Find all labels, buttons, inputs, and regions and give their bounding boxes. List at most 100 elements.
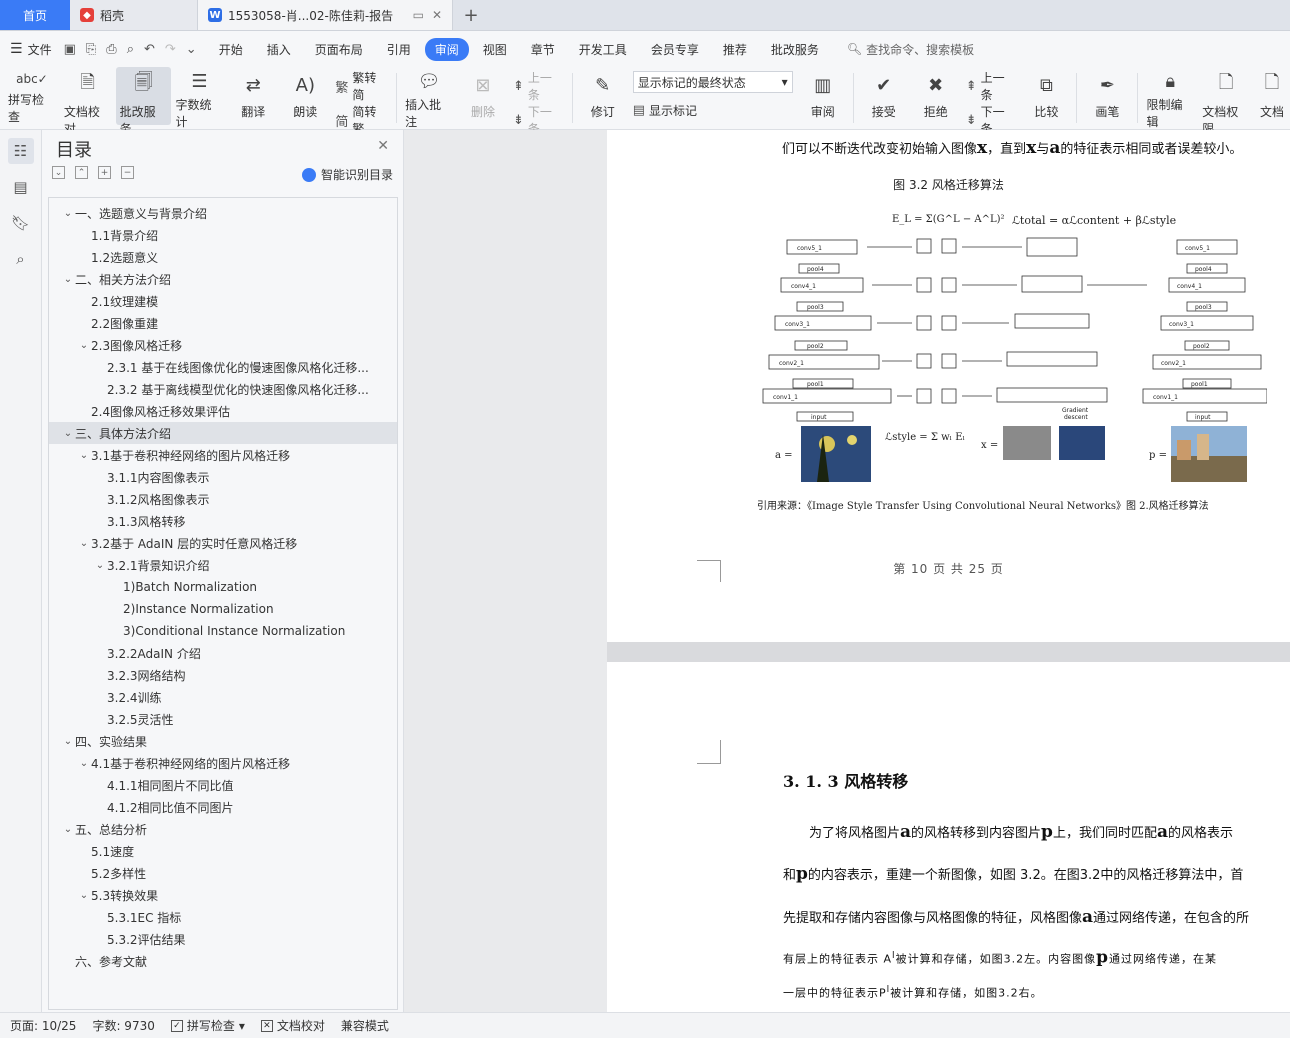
menu-tab[interactable]: 章节 <box>521 38 565 61</box>
toc-item[interactable]: 1)Batch Normalization <box>49 576 397 598</box>
add-heading-icon[interactable]: + <box>98 166 111 179</box>
page-indicator[interactable]: 页面: 10/25 <box>10 1017 76 1034</box>
trad-to-simp-button[interactable]: 繁繁转简 <box>335 69 388 103</box>
status-spell-check[interactable]: ✓ 拼写检查 ▾ <box>170 1017 245 1034</box>
toc-item[interactable]: ⌄ 二、相关方法介绍 <box>49 268 397 290</box>
status-doc-check[interactable]: ✕ 文档校对 <box>260 1017 325 1034</box>
toc-item[interactable]: 1.2选题意义 <box>49 246 397 268</box>
close-icon[interactable]: ✕ <box>377 138 389 154</box>
correction-service-button[interactable]: 🗐 批改服务 <box>115 67 172 136</box>
toc-item[interactable]: 3.2.2AdaIN 介绍 <box>49 642 397 664</box>
restrict-edit-button[interactable]: 🔒︎ 限制编辑 <box>1142 67 1198 129</box>
toc-item[interactable]: 2.1纹理建模 <box>49 290 397 312</box>
revise-button[interactable]: ✎ 修订 <box>577 67 629 125</box>
prev-revision-button[interactable]: ⇞ 上一条 <box>966 69 1017 103</box>
more-icon[interactable]: ⌄ <box>186 42 197 57</box>
chapter-icon[interactable]: ▤ <box>8 174 34 200</box>
menu-tab[interactable]: 开始 <box>209 38 253 61</box>
menu-tab[interactable]: 视图 <box>473 38 517 61</box>
print-icon[interactable]: ⎙ <box>106 42 116 57</box>
preview-icon[interactable]: ⌕ <box>127 42 134 57</box>
toc-item[interactable]: 2.4图像风格迁移效果评估 <box>49 400 397 422</box>
window-restore-icon[interactable]: ▭ <box>413 8 424 22</box>
search-icon[interactable]: ⌕ <box>8 246 34 272</box>
toc-item[interactable]: ⌄ 3.2基于 AdaIN 层的实时任意风格迁移 <box>49 532 397 554</box>
toc-item[interactable]: 2.3.2 基于离线模型优化的快速图像风格化迁移... <box>49 378 397 400</box>
expand-up-icon[interactable]: ⌃ <box>75 166 88 179</box>
toc-item[interactable]: 5.1速度 <box>49 840 397 862</box>
chevron-down-icon[interactable]: ⌄ <box>77 450 91 461</box>
toc-item[interactable]: ⌄ 四、实验结果 <box>49 730 397 752</box>
reject-button[interactable]: ✖ 拒绝 <box>910 67 962 125</box>
remove-heading-icon[interactable]: − <box>121 166 134 179</box>
tab-document[interactable]: W 1553058-肖...02-陈佳莉-报告 ▭ ✕ <box>198 0 453 30</box>
toc-item[interactable]: 3.2.5灵活性 <box>49 708 397 730</box>
toc-icon[interactable]: ☷ <box>7 138 34 164</box>
word-count[interactable]: 字数: 9730 <box>92 1017 154 1034</box>
menu-tab[interactable]: 插入 <box>257 38 301 61</box>
doc-more-button[interactable]: 🗋 文档 <box>1254 67 1290 125</box>
chevron-down-icon[interactable]: ⌄ <box>61 274 75 285</box>
toc-item[interactable]: 4.1.2相同比值不同图片 <box>49 796 397 818</box>
pen-button[interactable]: ✒ 画笔 <box>1081 67 1133 125</box>
insert-comment-button[interactable]: 💬︎ 插入批注 <box>401 67 457 129</box>
toc-item[interactable]: 3.1.2风格图像表示 <box>49 488 397 510</box>
doc-check-button[interactable]: 🗎 文档校对 <box>60 67 116 136</box>
accept-button[interactable]: ✔ 接受 <box>858 67 910 125</box>
bookmark-icon[interactable]: 🔖︎ <box>8 210 34 236</box>
delete-comment-button[interactable]: ⊠ 删除 <box>457 67 509 125</box>
chevron-down-icon[interactable]: ⌄ <box>61 428 75 439</box>
menu-tab[interactable]: 开发工具 <box>569 38 637 61</box>
menu-tab[interactable]: 批改服务 <box>761 38 829 61</box>
review-pane-button[interactable]: ▥ 审阅 <box>797 67 849 125</box>
toc-item[interactable]: 3.1.1内容图像表示 <box>49 466 397 488</box>
menu-tab[interactable]: 审阅 <box>424 37 469 61</box>
toc-item[interactable]: 1.1背景介绍 <box>49 224 397 246</box>
toc-item[interactable]: ⌄ 4.1基于卷积神经网络的图片风格迁移 <box>49 752 397 774</box>
toc-item[interactable]: 2)Instance Normalization <box>49 598 397 620</box>
undo-icon[interactable]: ↶ <box>144 42 155 57</box>
toc-item[interactable]: ⌄ 5.3转换效果 <box>49 884 397 906</box>
toc-item[interactable]: 3)Conditional Instance Normalization <box>49 620 397 642</box>
export-icon[interactable]: ⎘ <box>86 42 96 57</box>
toc-item[interactable]: 5.3.1EC 指标 <box>49 906 397 928</box>
menu-tab[interactable]: 推荐 <box>713 38 757 61</box>
redo-icon[interactable]: ↷ <box>165 42 176 57</box>
chevron-down-icon[interactable]: ⌄ <box>77 538 91 549</box>
tab-home[interactable]: 首页 <box>0 0 70 30</box>
chevron-down-icon[interactable]: ⌄ <box>77 890 91 901</box>
menu-tab[interactable]: 页面布局 <box>305 38 373 61</box>
collapse-all-icon[interactable]: ⌄ <box>52 166 65 179</box>
word-count-button[interactable]: ☰ 字数统计 <box>171 67 227 129</box>
tab-daoke[interactable]: ◆ 稻壳 <box>70 0 198 30</box>
chevron-down-icon[interactable]: ⌄ <box>61 208 75 219</box>
toc-item[interactable]: ⌄ 3.2.1背景知识介绍 <box>49 554 397 576</box>
doc-rights-button[interactable]: 🗋 文档权限 <box>1198 67 1254 136</box>
prev-comment-button[interactable]: ⇞ 上一条 <box>513 69 564 103</box>
toc-item[interactable]: 4.1.1相同图片不同比值 <box>49 774 397 796</box>
toc-item[interactable]: 2.3.1 基于在线图像优化的慢速图像风格化迁移... <box>49 356 397 378</box>
markup-state-select[interactable]: 显示标记的最终状态 ▾ <box>632 71 793 94</box>
toc-item[interactable]: 5.3.2评估结果 <box>49 928 397 950</box>
show-markup-button[interactable]: ▤ 显示标记 <box>633 102 793 119</box>
toc-item[interactable]: 2.2图像重建 <box>49 312 397 334</box>
compare-button[interactable]: ⧉ 比较 <box>1020 67 1072 125</box>
new-tab-button[interactable]: + <box>453 0 489 30</box>
close-tab-icon[interactable]: ✕ <box>432 8 442 22</box>
read-aloud-button[interactable]: A) 朗读 <box>279 67 331 125</box>
chevron-down-icon[interactable]: ⌄ <box>61 824 75 835</box>
toc-item[interactable]: 六、参考文献 <box>49 950 397 972</box>
toc-item[interactable]: ⌄ 五、总结分析 <box>49 818 397 840</box>
toc-item[interactable]: ⌄ 三、具体方法介绍 <box>49 422 397 444</box>
command-search[interactable]: 🔍︎ 查找命令、搜索模板 <box>847 41 974 58</box>
translate-button[interactable]: ⇄ 翻译 <box>227 67 279 125</box>
toc-item[interactable]: 3.2.4训练 <box>49 686 397 708</box>
toc-item[interactable]: ⌄ 一、选题意义与背景介绍 <box>49 202 397 224</box>
toc-item[interactable]: ⌄ 2.3图像风格迁移 <box>49 334 397 356</box>
file-menu[interactable]: ☰ 文件 <box>10 41 52 58</box>
chevron-down-icon[interactable]: ⌄ <box>61 736 75 747</box>
smart-toc-button[interactable]: 智能识别目录 <box>301 166 393 183</box>
chevron-down-icon[interactable]: ⌄ <box>93 560 107 571</box>
toc-item[interactable]: 3.2.3网络结构 <box>49 664 397 686</box>
spell-check-button[interactable]: abc✓ 拼写检查 <box>4 67 60 125</box>
